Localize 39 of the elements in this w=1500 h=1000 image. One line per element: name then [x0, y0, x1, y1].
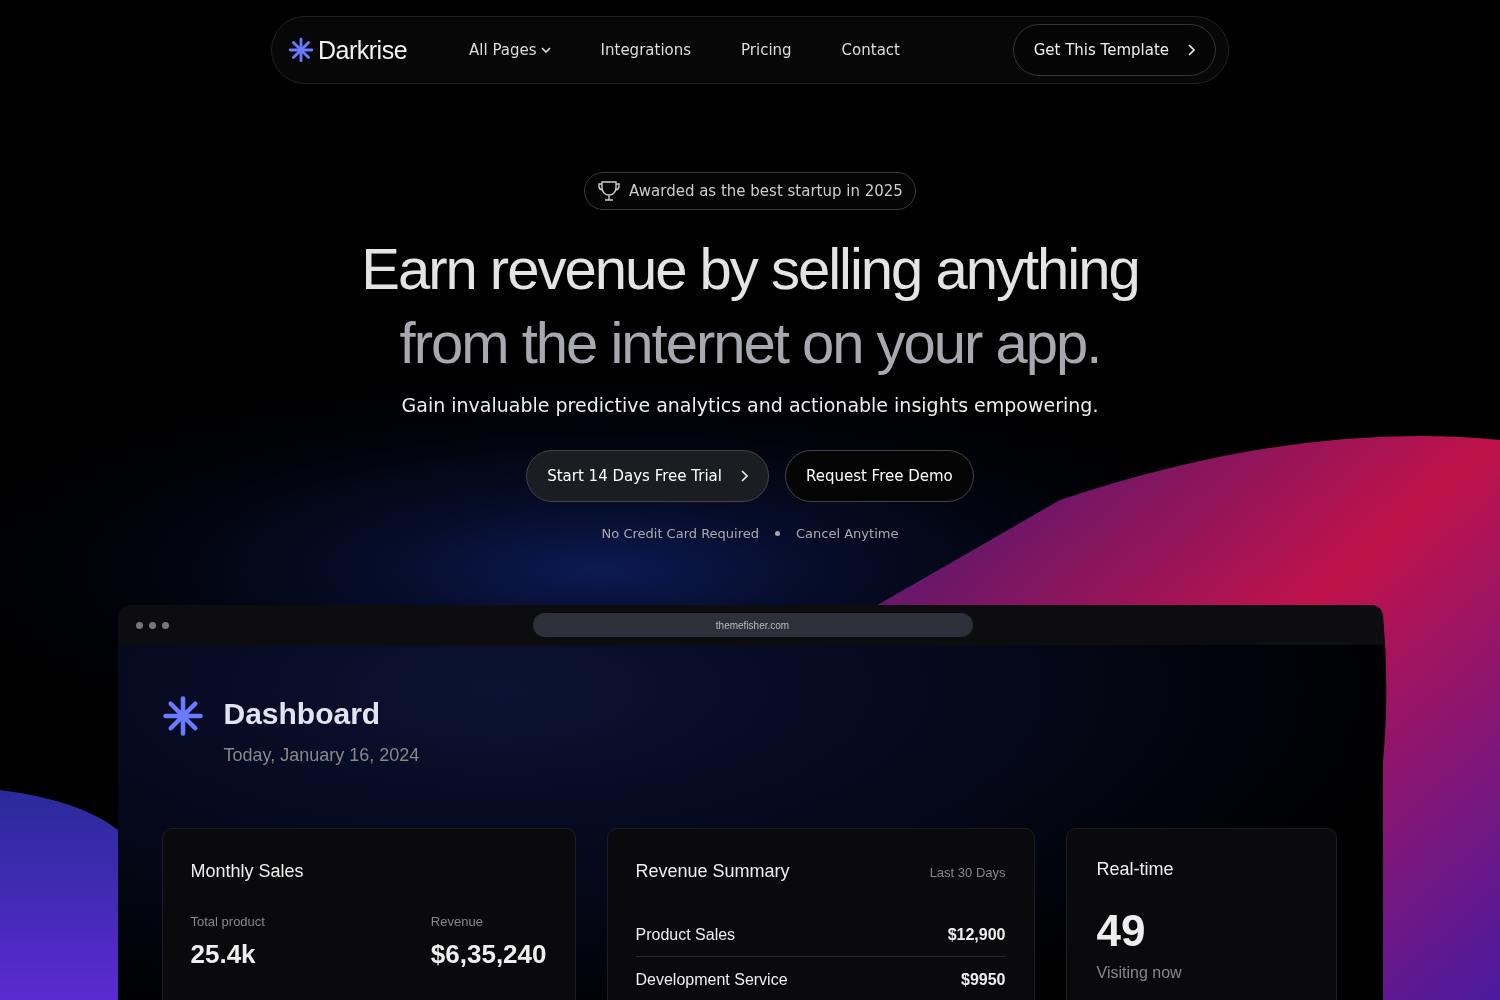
trophy-icon [597, 179, 622, 203]
chevron-right-icon [739, 470, 748, 482]
period-label: Last 30 Days [929, 865, 1006, 880]
get-template-button[interactable]: Get This Template [1012, 24, 1216, 76]
subtitle: Gain invaluable predictive analytics and actionable insights empowering. [401, 394, 1099, 416]
chevron-down-icon [540, 46, 551, 54]
demo-button[interactable]: Request Free Demo [784, 450, 974, 502]
revenue-value: $12,900 [947, 926, 1006, 944]
dashboard-date: Today, January 16, 2024 [223, 745, 420, 766]
revenue-value: $9950 [961, 971, 1006, 989]
note-text: Cancel Anytime [796, 526, 899, 541]
note-text: No Credit Card Required [601, 526, 760, 541]
free-trial-button[interactable]: Start 14 Days Free Trial [526, 450, 769, 502]
stat-label: Revenue [430, 914, 484, 929]
headline-line: Earn revenue by selling anything [361, 235, 1139, 303]
chevron-right-icon [1187, 44, 1195, 56]
separator-dot [775, 531, 781, 536]
address-bar[interactable]: themefisher.com [532, 613, 973, 637]
badge-text: Awarded as the best startup in 2025 [629, 182, 903, 200]
dashboard-asterisk-icon [161, 695, 204, 737]
revenue-label: Development Service [635, 971, 788, 989]
headline-line: from the internet on your app. [398, 309, 1102, 377]
stat-label: Total product [190, 914, 265, 929]
visitor-count: 49 [1096, 906, 1147, 956]
stat-value: $6,35,240 [430, 939, 547, 970]
logo-text[interactable]: Darkrise [318, 35, 408, 65]
nav-link[interactable]: All Pages [469, 41, 551, 59]
nav-link[interactable]: Pricing [741, 41, 792, 59]
visitor-caption: Visiting now [1096, 964, 1183, 982]
window-dots-icon [135, 621, 169, 629]
card-title: Real-time [1096, 859, 1175, 880]
dashboard-title: Dashboard [223, 697, 382, 731]
nav-link[interactable]: Contact [841, 41, 900, 59]
card-title: Revenue Summary [635, 861, 790, 882]
nav-link[interactable]: Integrations [600, 41, 692, 59]
card-title: Monthly Sales [190, 861, 305, 882]
logo-asterisk-icon [288, 37, 314, 63]
stat-value: 25.4k [190, 939, 257, 970]
revenue-label: Product Sales [635, 926, 736, 944]
